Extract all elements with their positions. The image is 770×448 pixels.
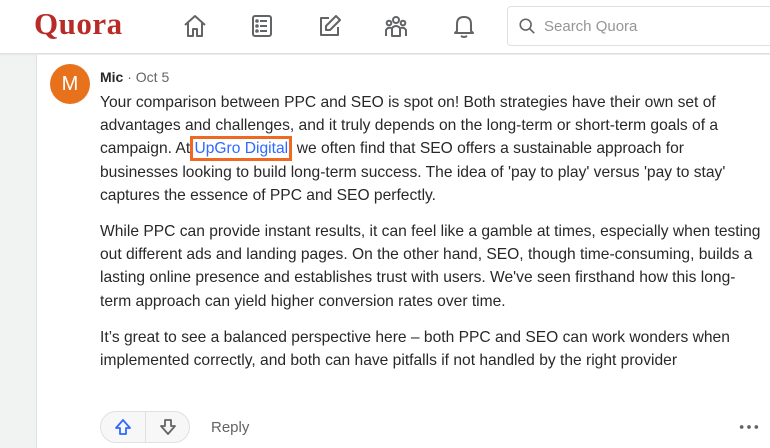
top-navbar: Quora <box>0 0 770 54</box>
downvote-arrow-icon <box>159 419 176 435</box>
spaces-icon[interactable] <box>379 9 413 43</box>
vote-group <box>100 411 190 443</box>
comment-paragraph-2: While PPC can provide instant results, i… <box>100 223 761 310</box>
comment-body: Your comparison between PPC and SEO is s… <box>100 91 765 385</box>
upgro-digital-link[interactable]: UpGro Digital <box>190 136 293 162</box>
more-dots-icon <box>739 425 759 429</box>
home-icon[interactable] <box>178 9 212 43</box>
comment-actions: Reply <box>100 411 249 443</box>
notifications-icon[interactable] <box>447 9 481 43</box>
answer-icon[interactable] <box>313 9 347 43</box>
author-name[interactable]: Mic <box>100 69 123 85</box>
reply-button[interactable]: Reply <box>211 419 249 436</box>
upvote-button[interactable] <box>101 412 145 442</box>
following-icon[interactable] <box>245 9 279 43</box>
more-options-button[interactable] <box>737 417 761 437</box>
comment-date[interactable]: Oct 5 <box>136 69 169 85</box>
comment-paragraph-1: Your comparison between PPC and SEO is s… <box>100 91 765 207</box>
upvote-arrow-icon <box>115 419 131 435</box>
search-icon <box>519 18 535 34</box>
search-box[interactable] <box>507 6 770 46</box>
comment-meta: Mic · Oct 5 <box>100 68 169 86</box>
comment-card: M Mic · Oct 5 Your comparison between PP… <box>36 55 770 448</box>
avatar[interactable]: M <box>50 64 90 104</box>
search-input[interactable] <box>544 17 770 35</box>
quora-logo[interactable]: Quora <box>34 6 123 42</box>
meta-separator: · <box>127 69 132 85</box>
comment-paragraph-3: It’s great to see a balanced perspective… <box>100 328 730 370</box>
downvote-button[interactable] <box>145 412 189 442</box>
